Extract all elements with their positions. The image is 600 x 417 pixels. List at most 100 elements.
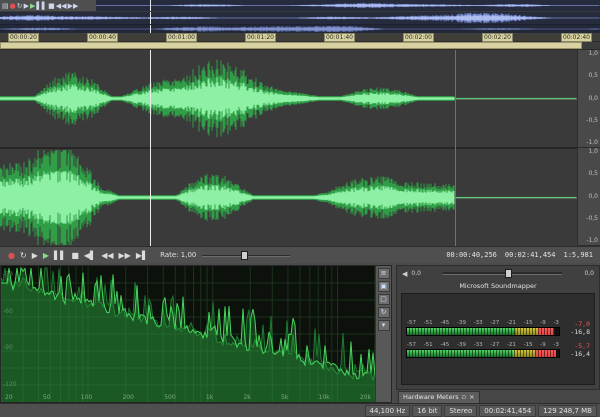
waveform-display[interactable] bbox=[0, 50, 577, 246]
status-field: 00:02:41,454 bbox=[479, 405, 536, 417]
transport-stop-icon[interactable]: ■ bbox=[69, 248, 81, 263]
output-fader[interactable] bbox=[443, 272, 563, 275]
toolbar-loop-icon[interactable]: ↻ bbox=[17, 1, 23, 11]
transport-record-icon[interactable]: ● bbox=[6, 248, 17, 263]
close-icon[interactable]: × bbox=[469, 392, 474, 403]
level-ruler-label: -0,5 bbox=[578, 118, 600, 124]
scrollbar-thumb[interactable] bbox=[0, 42, 582, 49]
level-ruler-label: 0,0 bbox=[578, 194, 600, 200]
transport-forward-icon[interactable]: ▶▶ bbox=[117, 248, 133, 263]
frequency-axis-label: 10k bbox=[319, 394, 330, 401]
toolbar-rewind-icon[interactable]: ◀◀ bbox=[56, 1, 67, 11]
spectrum-plot[interactable]: -30-60-90-120 20501002005001k2k5k10k20k bbox=[1, 266, 375, 402]
time-ruler-label: 00:02:00 bbox=[403, 33, 434, 42]
spectrum-hold-icon[interactable]: ▢ bbox=[378, 294, 390, 305]
transport-go-to-end-icon[interactable]: ▶▌ bbox=[134, 248, 150, 263]
top-toolbar-row: ▤●↻▶▶▌▌■◀◀▶▶ bbox=[0, 0, 600, 12]
spectrum-toolbar: ≡ ▣ ▢ ↻ ▾ bbox=[375, 266, 391, 402]
zoom-ratio-readout: 1:5,981 bbox=[563, 251, 593, 259]
meter-channel-right: -57-51-45-39-33-27-21-15-9-3-5,7-16,4 bbox=[406, 342, 590, 358]
toolbar-pause-icon[interactable]: ▌▌ bbox=[36, 1, 47, 11]
audio-editor-window: ▤●↻▶▶▌▌■◀◀▶▶ 00:00:2000:00:4000:01:0000:… bbox=[0, 0, 600, 417]
toolbar-menu-icon[interactable]: ▤ bbox=[2, 1, 9, 11]
toolbar-record-icon[interactable]: ● bbox=[10, 1, 16, 11]
bottom-dock: -30-60-90-120 20501002005001k2k5k10k20k … bbox=[0, 263, 600, 403]
tab-hardware-meters[interactable]: Hardware Meters ▫ × bbox=[398, 391, 480, 403]
edit-cursor[interactable] bbox=[150, 50, 151, 246]
overview-strip-2[interactable] bbox=[0, 12, 600, 25]
restore-icon[interactable]: ▫ bbox=[462, 392, 466, 403]
fader-right-label: 0,0 bbox=[584, 270, 594, 277]
meter-scale-label: -45 bbox=[440, 320, 449, 326]
transport-go-to-start-icon[interactable]: ◀▌ bbox=[82, 248, 98, 263]
spectrum-settings-icon[interactable]: ≡ bbox=[378, 268, 390, 279]
level-ruler-label: -0,5 bbox=[578, 216, 600, 222]
rate-slider-handle[interactable] bbox=[241, 251, 248, 260]
level-ruler-left: 1,00,50,0-0,5-1,0 bbox=[578, 50, 600, 148]
db-axis-label: -60 bbox=[3, 309, 17, 315]
status-field: 44,100 Hz bbox=[365, 405, 411, 417]
top-transport-toolbar: ▤●↻▶▶▌▌■◀◀▶▶ bbox=[0, 0, 96, 11]
toolbar-play-all-icon[interactable]: ▶ bbox=[24, 1, 29, 11]
transport-pause-icon[interactable]: ▌▌ bbox=[52, 248, 68, 263]
toolbar-stop-icon[interactable]: ■ bbox=[48, 1, 55, 11]
meter-bar-left[interactable] bbox=[406, 327, 560, 336]
meter-peak-readout: -5,7 bbox=[564, 342, 590, 350]
collapse-icon[interactable]: ◀ bbox=[402, 270, 407, 278]
meter-channel-left: -57-51-45-39-33-27-21-15-9-3-7,0-16,8 bbox=[406, 320, 590, 336]
transport-loop-icon[interactable]: ↻ bbox=[18, 248, 29, 263]
spectrum-graph bbox=[1, 266, 375, 402]
level-ruler-right: 1,00,50,0-0,5-1,0 bbox=[578, 148, 600, 246]
meter-scale-label: -3 bbox=[553, 342, 558, 348]
meter-scale-label: -9 bbox=[540, 320, 545, 326]
spectrum-db-axis: -30-60-90-120 bbox=[3, 272, 17, 388]
spectrum-menu-icon[interactable]: ▾ bbox=[378, 320, 390, 331]
meter-bar-right[interactable] bbox=[406, 349, 560, 358]
level-ruler-label: 0,5 bbox=[578, 73, 600, 79]
meter-scale-label: -27 bbox=[490, 342, 499, 348]
meter-scale-label: -15 bbox=[524, 320, 533, 326]
status-field: Stereo bbox=[444, 405, 477, 417]
waveform-channel-left[interactable] bbox=[0, 50, 577, 147]
frequency-axis-label: 20k bbox=[360, 394, 371, 401]
dock-tab-row: Hardware Meters ▫ × bbox=[396, 390, 600, 403]
toolbar-play-icon[interactable]: ▶ bbox=[30, 1, 35, 11]
frequency-axis-label: 200 bbox=[122, 394, 133, 401]
time-ruler-label: 00:00:20 bbox=[8, 33, 39, 42]
time-ruler-label: 00:02:20 bbox=[482, 33, 513, 42]
time-ruler-label: 00:00:40 bbox=[87, 33, 118, 42]
meter-scale-label: -51 bbox=[424, 342, 433, 348]
transport-play-all-icon[interactable]: ▶ bbox=[30, 248, 40, 263]
spectrum-snapshot-icon[interactable]: ▣ bbox=[378, 281, 390, 292]
time-ruler[interactable]: 00:00:2000:00:4000:01:0000:01:2000:01:40… bbox=[0, 33, 600, 42]
meter-scale-label: -39 bbox=[457, 320, 466, 326]
overview-strip-1[interactable] bbox=[96, 0, 600, 11]
meter-scale-label: -57 bbox=[407, 320, 416, 326]
tab-label: Hardware Meters bbox=[403, 392, 459, 403]
meter-scale-label: -33 bbox=[474, 342, 483, 348]
time-ruler-label: 00:01:00 bbox=[166, 33, 197, 42]
rate-label: Rate: 1,00 bbox=[160, 251, 196, 259]
overview-waveform-1 bbox=[96, 0, 600, 11]
horizontal-scrollbar[interactable] bbox=[0, 42, 600, 50]
spectrum-refresh-icon[interactable]: ↻ bbox=[378, 307, 390, 318]
db-axis-label: -120 bbox=[3, 382, 17, 388]
level-ruler-label: -1,0 bbox=[578, 140, 600, 146]
playhead-cursor bbox=[150, 12, 151, 24]
waveform-channel-right[interactable] bbox=[0, 149, 577, 246]
fader-left-label: 0,0 bbox=[411, 270, 421, 277]
meter-scale: -57-51-45-39-33-27-21-15-9-3 bbox=[406, 342, 560, 348]
output-fader-handle[interactable] bbox=[505, 269, 512, 278]
transport-play-icon[interactable]: ▶ bbox=[41, 248, 51, 263]
transport-rewind-icon[interactable]: ◀◀ bbox=[99, 248, 115, 263]
main-editor-area: 1,00,50,0-0,5-1,0 1,00,50,0-0,5-1,0 bbox=[0, 50, 600, 246]
spectrum-analyzer-panel: -30-60-90-120 20501002005001k2k5k10k20k … bbox=[0, 265, 392, 403]
waveform-left bbox=[0, 50, 577, 147]
meters-body: -57-51-45-39-33-27-21-15-9-3-7,0-16,8-57… bbox=[401, 293, 595, 385]
toolbar-forward-icon[interactable]: ▶▶ bbox=[68, 1, 79, 11]
rate-slider[interactable] bbox=[202, 250, 290, 260]
time-ruler-label: 00:01:20 bbox=[245, 33, 276, 42]
level-ruler-label: 1,0 bbox=[578, 51, 600, 57]
playhead-cursor bbox=[150, 25, 151, 33]
frequency-axis-label: 50 bbox=[43, 394, 51, 401]
